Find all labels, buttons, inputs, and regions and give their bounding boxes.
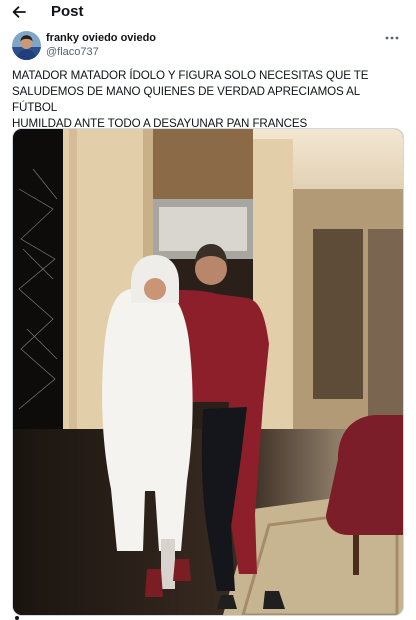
back-button[interactable] [10, 4, 28, 20]
post-text-line: SALUDEMOS DE MANO QUIENES DE VERDAD APRE… [12, 85, 360, 114]
post-author: franky oviedo oviedo @flaco737 [12, 31, 404, 61]
arrow-left-icon [12, 6, 26, 18]
author-handle[interactable]: @flaco737 [46, 46, 99, 58]
post-photo[interactable] [12, 128, 404, 616]
author-display-name[interactable]: franky oviedo oviedo [46, 32, 156, 44]
post-text-line: MATADOR MATADOR ÍDOLO Y FIGURA SOLO NECE… [12, 69, 369, 82]
more-button[interactable] [384, 31, 400, 45]
avatar[interactable] [12, 31, 41, 60]
scroll-indicator [15, 616, 19, 620]
top-bar: Post [0, 0, 416, 24]
post-text: MATADOR MATADOR ÍDOLO Y FIGURA SOLO NECE… [12, 68, 404, 132]
more-horizontal-icon [385, 36, 399, 40]
page-title: Post [51, 3, 84, 20]
